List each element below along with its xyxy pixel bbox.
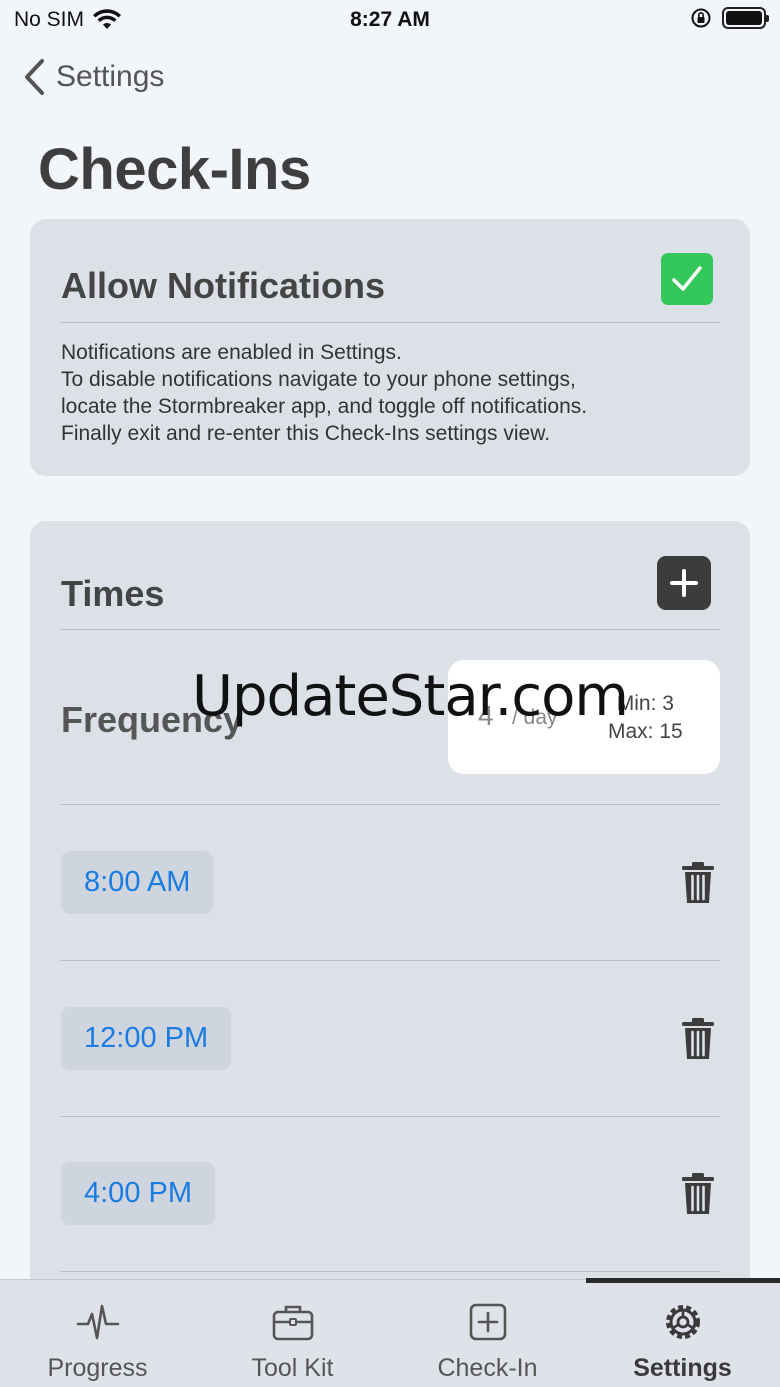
description-line: Notifications are enabled in Settings. [61,341,402,364]
notifications-card: Allow Notifications Notifications are en… [30,219,750,476]
divider [60,804,720,805]
divider [60,960,720,961]
status-right [690,7,769,29]
times-header: Times [61,573,165,614]
allow-notifications-checkbox[interactable] [661,253,713,305]
back-label: Settings [56,60,165,93]
trash-icon[interactable] [680,861,716,905]
status-time: 8:27 AM [350,8,430,31]
notifications-description: Notifications are enabled in Settings. T… [61,339,721,447]
plus-square-icon [469,1303,506,1341]
tab-label: Settings [633,1354,732,1382]
divider [60,322,720,323]
plus-icon [670,569,698,597]
trash-icon[interactable] [680,1017,716,1061]
orientation-lock-icon [691,8,711,28]
tab-label: Check-In [437,1354,538,1382]
tab-label: Tool Kit [251,1354,334,1382]
divider [60,1116,720,1117]
tab-bar: Progress Tool Kit Check-In Settings [0,1279,780,1387]
add-time-button[interactable] [657,556,711,610]
description-line: locate the Stormbreaker app, and toggle … [61,395,588,418]
tab-progress[interactable]: Progress [0,1280,195,1387]
time-picker-button[interactable]: 12:00 PM [61,1007,232,1070]
page-title: Check-Ins [38,137,311,202]
status-bar: No SIM 8:27 AM [0,0,780,40]
active-tab-indicator [586,1278,780,1283]
checkmark-icon [672,266,702,291]
description-line: Finally exit and re-enter this Check-Ins… [61,422,551,445]
tab-settings[interactable]: Settings [585,1280,780,1387]
divider [60,1271,720,1272]
gear-icon [665,1305,700,1339]
trash-icon[interactable] [680,1172,716,1216]
notifications-header: Allow Notifications [61,265,385,306]
times-card: Times Frequency 4 / day Min: 3 Max: 15 8… [30,521,750,1387]
back-button[interactable]: Settings [22,58,164,96]
description-line: To disable notifications navigate to you… [61,368,576,391]
chevron-left-icon [25,59,44,95]
time-picker-button[interactable]: 4:00 PM [61,1162,215,1225]
divider [60,629,720,630]
tab-check-in[interactable]: Check-In [390,1280,585,1387]
time-picker-button[interactable]: 8:00 AM [61,851,214,914]
battery-icon [722,7,769,29]
watermark: UpdateStar.com [192,664,629,729]
tab-label: Progress [47,1354,148,1382]
briefcase-icon [272,1305,313,1341]
tab-tool-kit[interactable]: Tool Kit [195,1280,390,1387]
pulse-icon [76,1304,119,1340]
